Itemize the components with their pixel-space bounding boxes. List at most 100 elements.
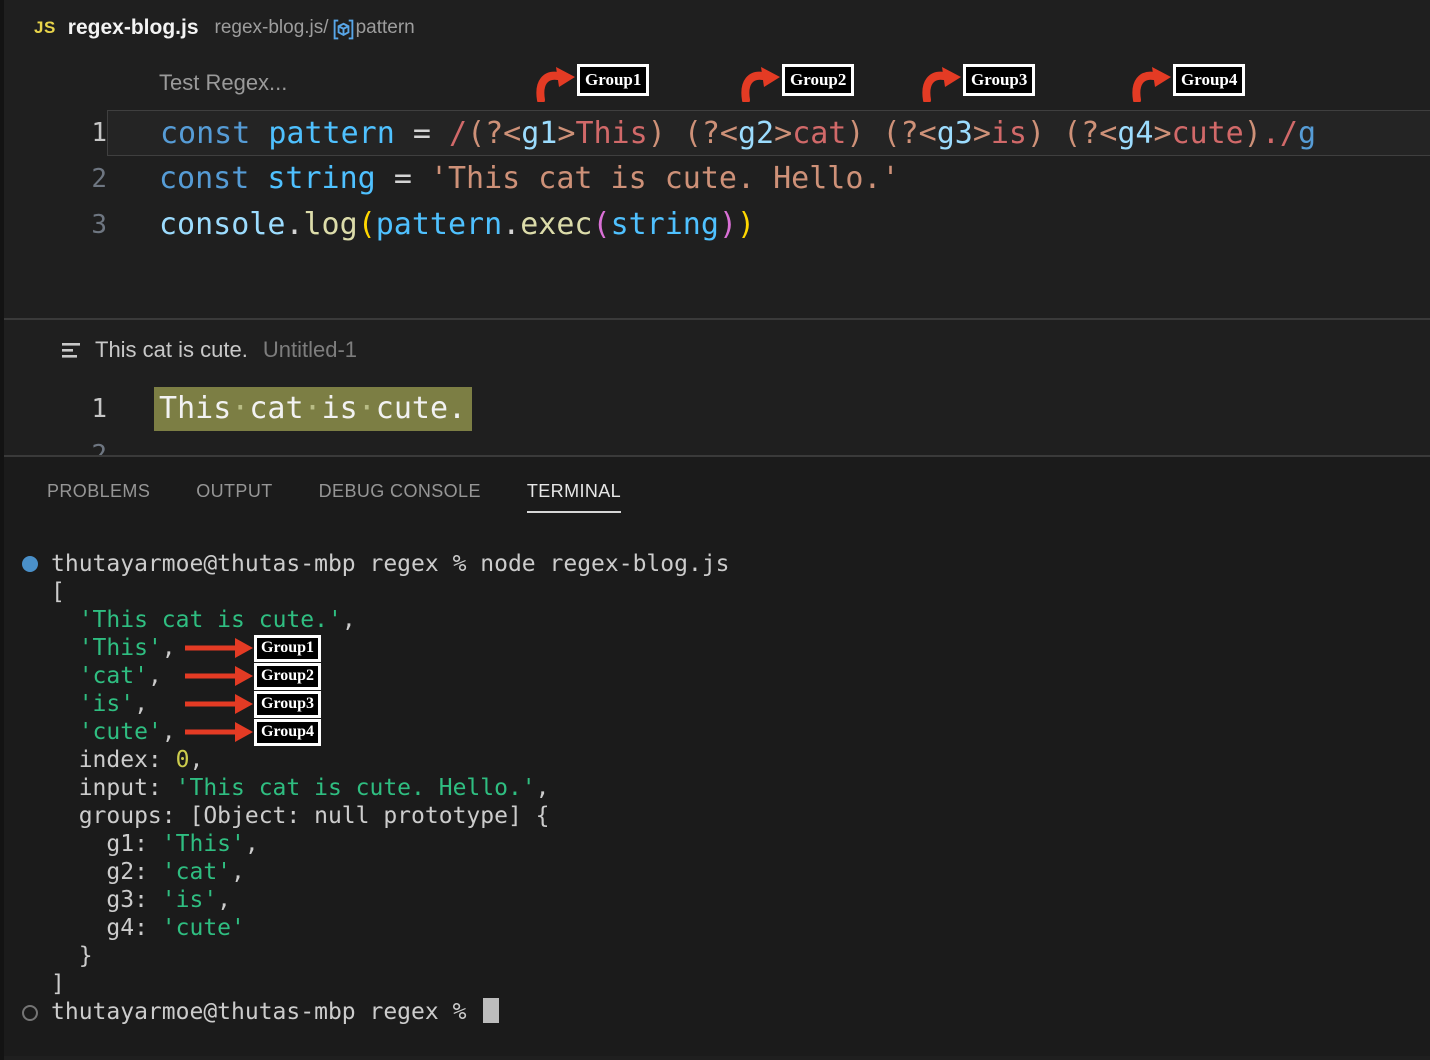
terminal-token: g1: (51, 831, 162, 857)
group-annotation: Group2 (740, 64, 854, 102)
terminal-token: 'This cat is cute. Hello.' (176, 775, 536, 801)
code-token: g (1298, 116, 1316, 151)
breadcrumb-symbol[interactable]: pattern (356, 17, 415, 39)
curved-arrow-icon (921, 66, 961, 102)
code-content[interactable]: const string = 'This cat is cute. Hello.… (107, 156, 1430, 202)
editor-untitled[interactable]: This cat is cute. Untitled-1 1 This·cat·i… (4, 320, 1430, 455)
terminal-line: [ (4, 578, 1430, 606)
terminal-line: 'cat', Group2 (4, 662, 1430, 690)
terminal-token: , (162, 635, 176, 661)
code-content[interactable]: console.log(pattern.exec(string)) (107, 202, 1430, 248)
command-prompt-decoration-icon (22, 1005, 38, 1021)
curved-arrow-icon (740, 66, 780, 102)
group-annotation: Group4 (1131, 64, 1245, 102)
group-label-box: Group2 (254, 663, 321, 690)
vscode-window: JS regex-blog.js regex-blog.js/ pattern … (0, 0, 1430, 1060)
code-token: pattern (268, 116, 394, 151)
terminal-line: g1: 'This', (4, 830, 1430, 858)
code-content[interactable]: This·cat·is·cute. (107, 386, 1430, 432)
code-token: ./ (1262, 116, 1298, 151)
terminal-token (51, 691, 79, 717)
group-label-box: Group3 (963, 64, 1035, 96)
terminal-token: 'This cat is cute.' (79, 607, 342, 633)
code-line[interactable]: 3console.log(pattern.exec(string)) (4, 202, 1430, 248)
code-token: g1 (521, 116, 557, 151)
code-token: string (267, 161, 375, 196)
code-token: cute (1172, 116, 1244, 151)
line-number: 2 (4, 432, 107, 455)
code-token: const (159, 161, 249, 196)
straight-arrow-icon (185, 638, 253, 658)
terminal-token: [ (51, 579, 65, 605)
group-label-box: Group3 (254, 691, 321, 718)
terminal-token: groups: [Object: null prototype] { (51, 803, 550, 829)
code-token: ) (1244, 116, 1262, 151)
terminal-token: index: (51, 747, 176, 773)
panel-tab-terminal[interactable]: TERMINAL (527, 481, 621, 513)
panel-tab-output[interactable]: OUTPUT (196, 481, 272, 511)
curved-arrow-icon (1131, 66, 1171, 102)
terminal-cursor (483, 998, 499, 1023)
terminal-token (51, 719, 79, 745)
code-token: ) (737, 207, 755, 242)
code-token: ) (648, 116, 666, 151)
terminal-line: index: 0, (4, 746, 1430, 774)
code-token: 'This cat is cute. Hello.' (430, 161, 900, 196)
code-token: log (304, 207, 358, 242)
straight-arrow-icon (185, 722, 253, 742)
whitespace-dot: · (358, 391, 376, 426)
terminal-token: g3: (51, 887, 162, 913)
code-line[interactable]: 1const pattern = /(?<g1>This) (?<g2>cat)… (4, 110, 1430, 156)
terminal-token: , (245, 831, 259, 857)
terminal-line: 'cute',Group4 (4, 718, 1430, 746)
code-token (431, 116, 449, 151)
untitled-header: This cat is cute. Untitled-1 (62, 334, 1430, 366)
editor-regex-blog[interactable]: Test Regex... Group1Group2Group3Group4 1… (4, 56, 1430, 318)
match-highlight: This·cat·is·cute. (154, 387, 472, 431)
terminal-token: 'cat' (79, 663, 148, 689)
code-line[interactable]: 1 This·cat·is·cute. (4, 386, 1430, 432)
code-content[interactable] (107, 432, 1430, 455)
panel-tab-problems[interactable]: PROBLEMS (47, 481, 150, 511)
untitled-subtitle: Untitled-1 (263, 337, 357, 363)
code-line[interactable]: 2 (4, 432, 1430, 455)
terminal-token: , (148, 663, 162, 689)
code-token: ( (358, 207, 376, 242)
codelens-test-regex[interactable]: Test Regex... (159, 70, 287, 96)
line-number: 3 (4, 202, 107, 248)
breadcrumb-path[interactable]: regex-blog.js/ (215, 17, 329, 39)
whitespace-dot: · (304, 391, 322, 426)
group-label-box: Group1 (254, 635, 321, 662)
terminal-token: ] (51, 971, 65, 997)
code-token (666, 116, 684, 151)
code-token (376, 161, 394, 196)
terminal-line: g2: 'cat', (4, 858, 1430, 886)
breadcrumb[interactable]: regex-blog.js/ pattern (215, 16, 415, 41)
terminal-token: input: (51, 775, 176, 801)
terminal-token: , (231, 859, 245, 885)
code-token: exec (520, 207, 592, 242)
tab-title[interactable]: regex-blog.js (68, 16, 199, 40)
terminal-token: 0 (176, 747, 190, 773)
group-annotation: Group2 (185, 662, 321, 690)
code-line[interactable]: 2const string = 'This cat is cute. Hello… (4, 156, 1430, 202)
terminal-output[interactable]: thutayarmoe@thutas-mbp regex % node rege… (4, 550, 1430, 1026)
code-token: > (1153, 116, 1171, 151)
line-number: 2 (4, 156, 107, 202)
code-token (864, 116, 882, 151)
terminal-token: , (217, 887, 231, 913)
code-token: (?< (467, 116, 521, 151)
terminal-token: , (536, 775, 550, 801)
code-content[interactable]: const pattern = /(?<g1>This) (?<g2>cat) … (107, 110, 1430, 156)
terminal-token: 'is' (79, 691, 134, 717)
terminal-line: 'This cat is cute.', (4, 606, 1430, 634)
code-token: = (394, 161, 412, 196)
line-number: 1 (4, 386, 107, 432)
panel-tab-debug-console[interactable]: DEBUG CONSOLE (319, 481, 481, 511)
code-token (250, 116, 268, 151)
terminal-token (51, 663, 79, 689)
terminal-line: thutayarmoe@thutas-mbp regex % (4, 998, 1430, 1026)
terminal-token: 'is' (162, 887, 217, 913)
code-token: const (160, 116, 250, 151)
code-token: is (991, 116, 1027, 151)
